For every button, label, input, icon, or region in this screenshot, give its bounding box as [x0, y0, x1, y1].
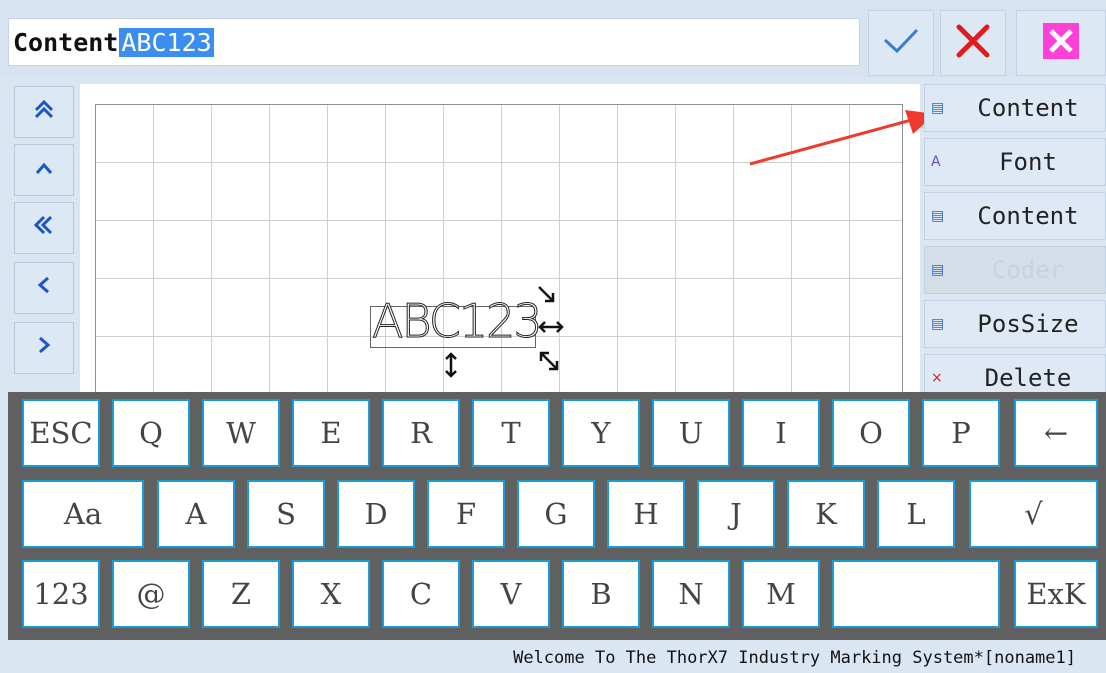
key-n[interactable]: N	[652, 560, 730, 628]
text-object[interactable]: ABC123	[372, 298, 544, 345]
key-b[interactable]: B	[562, 560, 640, 628]
key-aa[interactable]: Aa	[22, 480, 144, 548]
key-m[interactable]: M	[742, 560, 820, 628]
move-far-left-button[interactable]	[14, 202, 74, 254]
key-w[interactable]: W	[202, 399, 280, 467]
content-value[interactable]: ABC123	[119, 27, 214, 57]
key-exk[interactable]: ExK	[1014, 560, 1098, 628]
key-c[interactable]: C	[382, 560, 460, 628]
key-t[interactable]: T	[472, 399, 550, 467]
key-y[interactable]: Y	[562, 399, 640, 467]
key-k[interactable]: K	[787, 480, 865, 548]
chevron-right-icon	[34, 333, 54, 364]
side-menu-label: Coder	[991, 256, 1065, 284]
move-left-button[interactable]	[14, 262, 74, 314]
key-e[interactable]: E	[292, 399, 370, 467]
side-menu-content-button[interactable]: ▤ Content	[924, 84, 1106, 132]
move-top-button[interactable]	[14, 86, 74, 138]
key-i[interactable]: I	[742, 399, 820, 467]
side-menu-label: Delete	[984, 364, 1072, 392]
side-menu-coder-button: ▤ Coder	[924, 246, 1106, 294]
key-v[interactable]: V	[472, 560, 550, 628]
move-up-button[interactable]	[14, 144, 74, 196]
side-menu-label: PosSize	[977, 310, 1079, 338]
resize-horizontal-icon[interactable]	[538, 318, 564, 340]
resize-diagonal-icon[interactable]	[538, 350, 560, 377]
key-j[interactable]: J	[697, 480, 775, 548]
side-menu-label: Content	[977, 202, 1079, 230]
key-h[interactable]: H	[607, 480, 685, 548]
chevron-up-icon	[32, 155, 56, 185]
double-chevron-up-icon	[32, 97, 56, 127]
key-space[interactable]	[832, 560, 1000, 628]
double-chevron-left-icon	[32, 213, 56, 244]
key-z[interactable]: Z	[202, 560, 280, 628]
key-g[interactable]: G	[517, 480, 595, 548]
rotate-handle-icon[interactable]	[536, 284, 558, 311]
cancel-button[interactable]	[940, 10, 1006, 76]
list-icon: ▤	[931, 208, 945, 224]
annotation-arrow-icon	[749, 110, 935, 166]
side-menu-label: Content	[977, 94, 1079, 122]
key-@[interactable]: @	[112, 560, 190, 628]
close-box-icon	[1043, 23, 1079, 63]
chevron-left-icon	[34, 273, 54, 304]
key-enter[interactable]: √	[969, 480, 1098, 548]
key-o[interactable]: O	[832, 399, 910, 467]
key-esc[interactable]: ESC	[22, 399, 100, 467]
top-bar: Content ABC123	[0, 0, 1106, 78]
checkmark-icon	[881, 26, 921, 60]
text-box-icon: ▤	[931, 100, 945, 116]
key-123[interactable]: 123	[22, 560, 100, 628]
key-s[interactable]: S	[247, 480, 325, 548]
side-menu-possize-button[interactable]: ▤ PosSize	[924, 300, 1106, 348]
side-menu-label: Font	[999, 148, 1057, 176]
key-d[interactable]: D	[337, 480, 415, 548]
font-icon: A	[931, 154, 941, 170]
x-icon	[953, 21, 993, 65]
status-bar: Welcome To The ThorX7 Industry Marking S…	[8, 640, 1106, 673]
list-icon: ▤	[931, 262, 945, 278]
move-right-button[interactable]	[14, 322, 74, 374]
content-label: Content	[13, 27, 119, 57]
side-menu-font-button[interactable]: A Font	[924, 138, 1106, 186]
key-f[interactable]: F	[427, 480, 505, 548]
status-text: Welcome To The ThorX7 Industry Marking S…	[513, 648, 1076, 668]
delete-icon: ×	[931, 370, 943, 386]
key-q[interactable]: Q	[112, 399, 190, 467]
key-u[interactable]: U	[652, 399, 730, 467]
key-a[interactable]: A	[157, 480, 235, 548]
confirm-button[interactable]	[868, 10, 934, 76]
key-p[interactable]: P	[922, 399, 1000, 467]
content-input[interactable]: Content ABC123	[8, 18, 860, 66]
key-backspace[interactable]: ←	[1014, 399, 1098, 467]
resize-vertical-icon[interactable]	[443, 352, 459, 383]
on-screen-keyboard: ESC Q W E R T Y U I O P ← Aa A S D F G H J K L √ 123 @ Z X C V B N M ExK	[8, 392, 1106, 640]
key-x[interactable]: X	[292, 560, 370, 628]
list-icon: ▤	[931, 316, 945, 332]
close-button[interactable]	[1016, 10, 1106, 76]
key-r[interactable]: R	[382, 399, 460, 467]
key-l[interactable]: L	[877, 480, 955, 548]
side-menu-content-button[interactable]: ▤ Content	[924, 192, 1106, 240]
